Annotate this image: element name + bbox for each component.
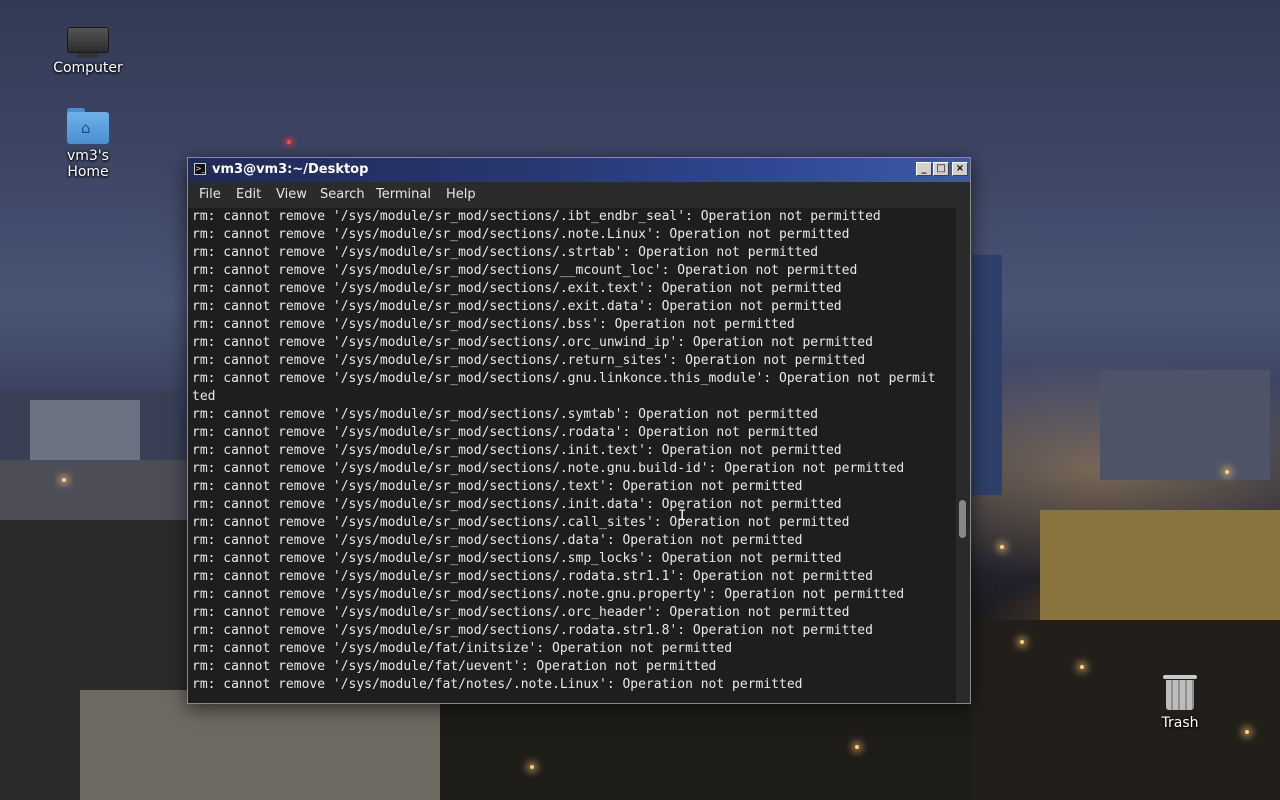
terminal-line: rm: cannot remove '/sys/module/sr_mod/se… [192,623,873,638]
menu-file[interactable]: File [199,187,221,202]
terminal-scrollbar[interactable] [956,208,970,703]
close-button[interactable]: × [952,162,968,176]
terminal-icon: >_ [194,163,206,175]
terminal-line: rm: cannot remove '/sys/module/sr_mod/se… [192,227,850,242]
terminal-line: rm: cannot remove '/sys/module/sr_mod/se… [192,407,819,422]
minimize-button[interactable]: _ [916,162,932,176]
window-title: vm3@vm3:~/Desktop [212,162,369,177]
terminal-line: rm: cannot remove '/sys/module/sr_mod/se… [192,425,819,440]
terminal-line: rm: cannot remove '/sys/module/sr_mod/se… [192,335,873,350]
terminal-line: rm: cannot remove '/sys/module/fat/notes… [192,677,803,692]
scrollbar-thumb[interactable] [959,500,966,538]
terminal-line: rm: cannot remove '/sys/module/sr_mod/se… [192,587,905,602]
menu-edit[interactable]: Edit [236,187,261,202]
terminal-line: rm: cannot remove '/sys/module/sr_mod/se… [192,245,819,260]
terminal-line: rm: cannot remove '/sys/module/sr_mod/se… [192,281,842,296]
terminal-line: rm: cannot remove '/sys/module/sr_mod/se… [192,353,866,368]
terminal-line: rm: cannot remove '/sys/module/sr_mod/se… [192,479,803,494]
terminal-line: rm: cannot remove '/sys/module/sr_mod/se… [192,371,936,386]
terminal-line: rm: cannot remove '/sys/module/fat/ueven… [192,659,717,674]
trash-icon [1163,675,1197,710]
home-folder-icon: ⌂ [67,108,109,144]
terminal-window[interactable]: >_ vm3@vm3:~/Desktop _ □ × File Edit Vie… [187,157,971,704]
desktop-icon-trash[interactable]: Trash [1135,675,1225,731]
window-titlebar[interactable]: >_ vm3@vm3:~/Desktop _ □ × [188,158,970,182]
maximize-button[interactable]: □ [933,162,949,176]
computer-icon [67,27,109,58]
terminal-line: rm: cannot remove '/sys/module/sr_mod/se… [192,569,873,584]
terminal-line: rm: cannot remove '/sys/module/sr_mod/se… [192,497,842,512]
terminal-line: rm: cannot remove '/sys/module/sr_mod/se… [192,317,795,332]
menu-help[interactable]: Help [446,187,476,202]
terminal-line: rm: cannot remove '/sys/module/sr_mod/se… [192,533,803,548]
menubar: File Edit View Search Terminal Help [188,182,970,208]
menu-search[interactable]: Search [320,187,365,202]
terminal-line: rm: cannot remove '/sys/module/sr_mod/se… [192,263,858,278]
desktop-icon-home[interactable]: ⌂ vm3's Home [43,108,133,180]
terminal-line: rm: cannot remove '/sys/module/sr_mod/se… [192,461,905,476]
terminal-line: rm: cannot remove '/sys/module/sr_mod/se… [192,443,842,458]
menu-terminal[interactable]: Terminal [376,187,431,202]
terminal-line: rm: cannot remove '/sys/module/sr_mod/se… [192,605,850,620]
terminal-line: rm: cannot remove '/sys/module/fat/inits… [192,641,733,656]
desktop-icon-label: vm3's Home [67,148,109,180]
desktop-icon-computer[interactable]: Computer [43,27,133,76]
terminal-line: rm: cannot remove '/sys/module/sr_mod/se… [192,551,842,566]
terminal-line: rm: cannot remove '/sys/module/sr_mod/se… [192,299,842,314]
menu-view[interactable]: View [276,187,307,202]
mouse-ibeam-cursor: I [678,508,686,524]
terminal-line: rm: cannot remove '/sys/module/sr_mod/se… [192,515,850,530]
desktop-icon-label: Trash [1161,715,1199,731]
desktop-icon-label: Computer [53,60,123,76]
terminal-line: ted [192,389,216,404]
terminal-output[interactable]: rm: cannot remove '/sys/module/sr_mod/se… [188,208,956,703]
terminal-line: rm: cannot remove '/sys/module/sr_mod/se… [192,209,881,224]
